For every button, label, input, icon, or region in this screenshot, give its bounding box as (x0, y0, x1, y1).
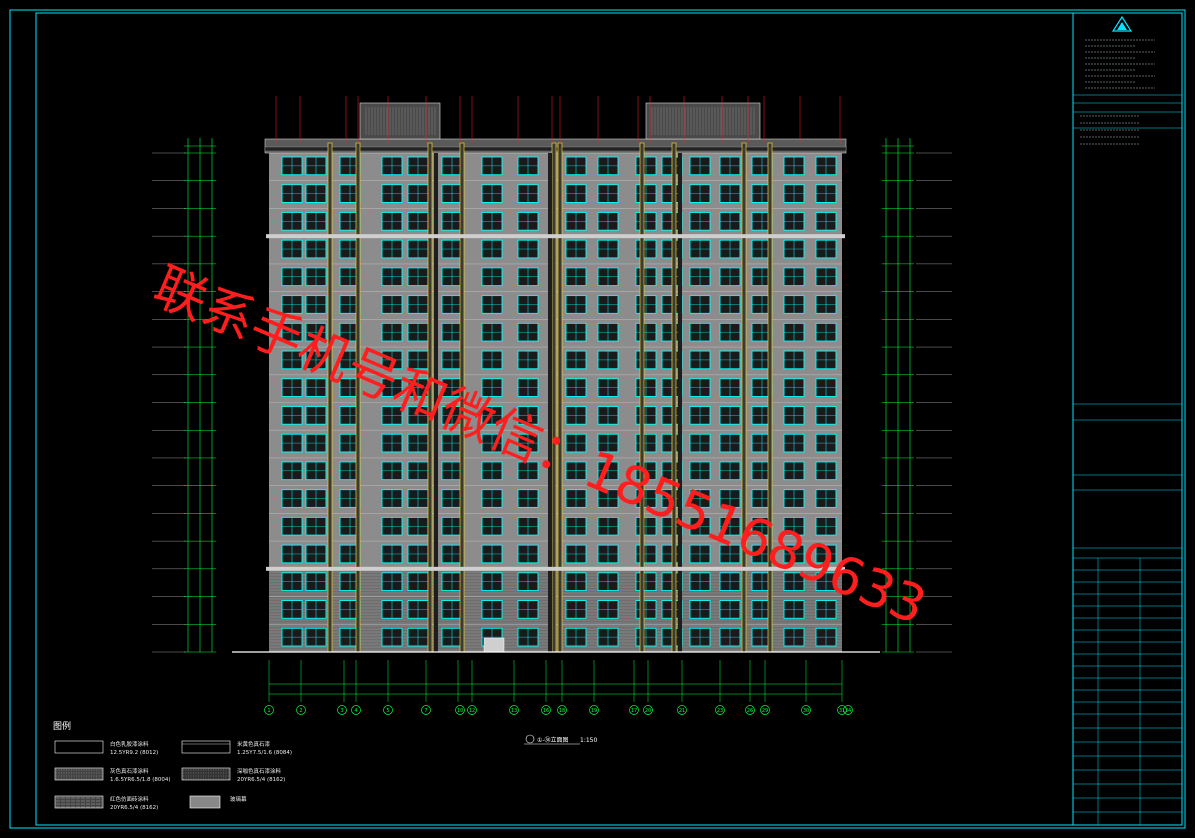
legend-swatch (54, 740, 104, 754)
axis-label: 13 (511, 708, 517, 714)
axis-label: 19 (591, 708, 597, 714)
axis-label: 23 (717, 708, 723, 714)
company-logo-icon (1111, 15, 1133, 32)
cornice-band (266, 234, 845, 239)
axis-label: 7 (424, 708, 427, 714)
vertical-column (741, 142, 747, 653)
title-block (1072, 13, 1182, 825)
axis-label: 30 (803, 708, 809, 714)
cad-drawing-sheet: 1 2 3 4 5 7 10 12 13 16 18 19 17 20 21 23 26 29 30 31 34 图例 … (9, 9, 1186, 829)
legend-label: 灰色真石漆涂料 (110, 767, 149, 775)
legend: 图例 白色乳胶漆涂料 12.5YR9.2 (8012) 米黄色真石漆 1.25Y7.5… (53, 720, 292, 811)
view-title-block: ①-㉞立面图 1:150 (524, 734, 597, 745)
axis-label: 10 (457, 708, 463, 714)
axis-label: 16 (543, 708, 549, 714)
legend-label: 玻璃幕 (230, 795, 247, 803)
vertical-column (557, 142, 563, 653)
legend-title: 图例 (53, 720, 71, 732)
legend-label: 白色乳胶漆涂料 (110, 740, 149, 748)
recess-slot (548, 153, 552, 652)
axis-label: 1 (267, 708, 270, 714)
legend-code: 20YR6.5/4 (8162) (237, 777, 285, 783)
legend-swatch (181, 740, 231, 754)
vertical-column (327, 142, 333, 653)
legend-code: 12.5YR9.2 (8012) (110, 750, 158, 756)
legend-label: 米黄色真石漆 (237, 740, 271, 748)
axis-label: 5 (386, 708, 389, 714)
legend-code: 20YR6.5/4 (8162) (110, 805, 158, 811)
axis-label: 17 (631, 708, 637, 714)
vertical-column (671, 142, 677, 653)
axis-label: 21 (679, 708, 685, 714)
recess-slot (678, 153, 682, 652)
entrance-door (483, 637, 505, 653)
axis-label: 18 (559, 708, 565, 714)
legend-swatch (189, 795, 221, 809)
view-title: ①-㉞立面图 (537, 736, 569, 744)
axis-label: 29 (762, 708, 768, 714)
legend-code: 1.6.5YR6.5/1.8 (8004) (110, 777, 171, 783)
axis-label: 2 (299, 708, 302, 714)
vertical-column (551, 142, 557, 653)
axis-label: 34 (845, 708, 851, 714)
axis-label: 26 (747, 708, 753, 714)
view-scale: 1:150 (580, 737, 597, 744)
vertical-column (639, 142, 645, 653)
axis-label: 3 (340, 708, 343, 714)
legend-code: 1.25Y7.5/1.6 (8084) (237, 750, 292, 756)
legend-label: 红色仿面砖涂料 (110, 795, 149, 803)
axis-label: 12 (469, 708, 475, 714)
legend-label: 深咖色真石漆涂料 (237, 767, 282, 775)
axis-label: 20 (645, 708, 651, 714)
axis-label: 4 (354, 708, 357, 714)
